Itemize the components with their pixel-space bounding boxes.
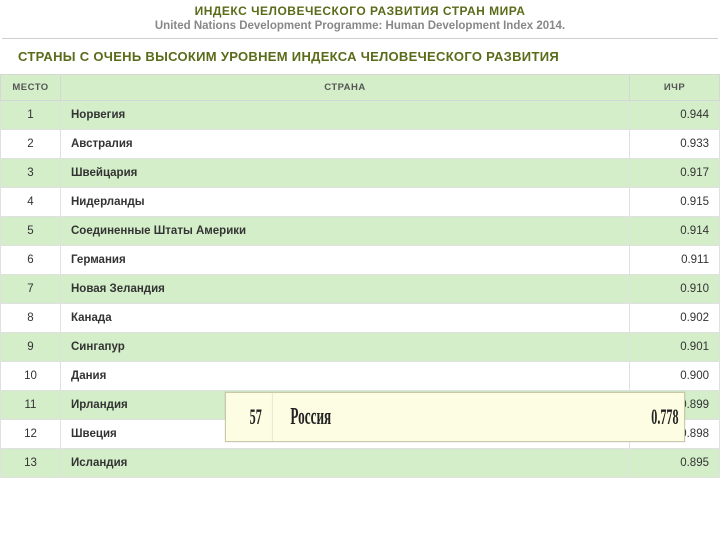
- cell-country: Канада: [61, 304, 630, 333]
- col-header-rank: МЕСТО: [1, 75, 61, 101]
- table-row: 3Швейцария0.917: [1, 159, 720, 188]
- cell-country: Германия: [61, 246, 630, 275]
- cell-country: Нидерланды: [61, 188, 630, 217]
- cell-rank: 2: [1, 130, 61, 159]
- cell-rank: 5: [1, 217, 61, 246]
- table-row: 2Австралия0.933: [1, 130, 720, 159]
- russia-highlight-overlay: 57 Россия 0.778: [225, 392, 685, 442]
- cell-index: 0.900: [630, 362, 720, 391]
- overlay-rank: 57: [240, 393, 273, 441]
- table-row: 8Канада0.902: [1, 304, 720, 333]
- divider: [2, 38, 718, 39]
- cell-index: 0.917: [630, 159, 720, 188]
- page-header: ИНДЕКС ЧЕЛОВЕЧЕСКОГО РАЗВИТИЯ СТРАН МИРА…: [0, 0, 720, 34]
- cell-index: 0.902: [630, 304, 720, 333]
- page-title: ИНДЕКС ЧЕЛОВЕЧЕСКОГО РАЗВИТИЯ СТРАН МИРА: [0, 4, 720, 18]
- cell-index: 0.933: [630, 130, 720, 159]
- cell-rank: 4: [1, 188, 61, 217]
- col-header-country: СТРАНА: [61, 75, 630, 101]
- cell-index: 0.901: [630, 333, 720, 362]
- cell-rank: 10: [1, 362, 61, 391]
- col-header-index: ИЧР: [630, 75, 720, 101]
- cell-rank: 7: [1, 275, 61, 304]
- cell-rank: 9: [1, 333, 61, 362]
- cell-rank: 6: [1, 246, 61, 275]
- cell-rank: 1: [1, 101, 61, 130]
- cell-index: 0.910: [630, 275, 720, 304]
- cell-index: 0.915: [630, 188, 720, 217]
- cell-index: 0.895: [630, 449, 720, 478]
- cell-country: Австралия: [61, 130, 630, 159]
- cell-rank: 11: [1, 391, 61, 420]
- table-row: 10Дания0.900: [1, 362, 720, 391]
- table-row: 13Исландия0.895: [1, 449, 720, 478]
- page-subtitle: United Nations Development Programme: Hu…: [0, 20, 720, 32]
- cell-country: Швейцария: [61, 159, 630, 188]
- overlay-country: Россия: [286, 404, 455, 431]
- cell-index: 0.914: [630, 217, 720, 246]
- cell-index: 0.944: [630, 101, 720, 130]
- cell-country: Соединенные Штаты Америки: [61, 217, 630, 246]
- table-row: 4Нидерланды0.915: [1, 188, 720, 217]
- cell-index: 0.911: [630, 246, 720, 275]
- table-row: 5Соединенные Штаты Америки0.914: [1, 217, 720, 246]
- table-header-row: МЕСТО СТРАНА ИЧР: [1, 75, 720, 101]
- cell-rank: 12: [1, 420, 61, 449]
- cell-country: Сингапур: [61, 333, 630, 362]
- cell-country: Исландия: [61, 449, 630, 478]
- section-heading: СТРАНЫ С ОЧЕНЬ ВЫСОКИМ УРОВНЕМ ИНДЕКСА Ч…: [0, 47, 720, 74]
- table-row: 7Новая Зеландия0.910: [1, 275, 720, 304]
- cell-country: Норвегия: [61, 101, 630, 130]
- table-row: 6Германия0.911: [1, 246, 720, 275]
- overlay-index: 0.778: [635, 404, 685, 430]
- table-row: 1Норвегия0.944: [1, 101, 720, 130]
- cell-rank: 8: [1, 304, 61, 333]
- cell-rank: 3: [1, 159, 61, 188]
- cell-country: Новая Зеландия: [61, 275, 630, 304]
- cell-rank: 13: [1, 449, 61, 478]
- cell-country: Дания: [61, 362, 630, 391]
- table-row: 9Сингапур0.901: [1, 333, 720, 362]
